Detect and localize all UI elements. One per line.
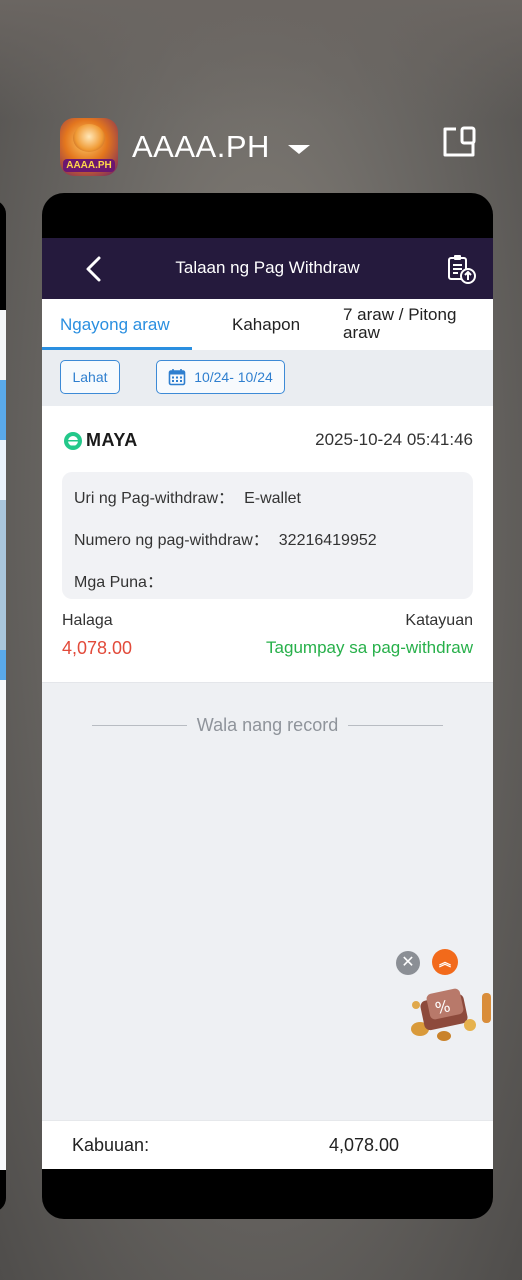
maya-icon: [64, 431, 82, 450]
withdraw-number-row: Numero ng pag-withdraw： 32216419952: [74, 526, 377, 550]
chevron-down-icon[interactable]: [287, 144, 310, 154]
no-more-records-text: Wala nang record: [196, 715, 339, 735]
maya-logo: MAYA: [64, 430, 138, 451]
record-datetime: 2025-10-24 05:41:46: [315, 430, 473, 449]
withdraw-type-label: Uri ng Pag-withdraw：: [74, 490, 235, 507]
withdraw-record-card[interactable]: MAYA 2025-10-24 05:41:46 Uri ng Pag-with…: [42, 406, 493, 683]
amount-value: 4,078.00: [62, 638, 133, 658]
record-details: Uri ng Pag-withdraw： E-wallet Numero ng p…: [62, 472, 473, 599]
filter-all-label: Lahat: [72, 369, 108, 385]
amount-label: Halaga: [62, 612, 113, 629]
document-upload-icon[interactable]: [445, 253, 477, 285]
total-label: Kabuuan:: [72, 1135, 150, 1155]
withdraw-number-label: Numero ng pag-withdraw：: [74, 532, 269, 549]
app-name: AAAA.PH: [132, 129, 270, 164]
date-range-button[interactable]: 10/24- 10/24: [156, 360, 285, 394]
status-value: Tagumpay sa pag-withdraw: [266, 638, 473, 657]
withdraw-type-row: Uri ng Pag-withdraw： E-wallet: [74, 484, 301, 508]
date-tabs: Ngayong araw Kahapon 7 araw / Pitong ara…: [42, 299, 493, 350]
split-screen-icon[interactable]: [442, 126, 476, 158]
withdraw-history-screen: Talaan ng Pag Withdraw Ngayong araw Kaha…: [42, 238, 493, 1169]
date-range-label: 10/24- 10/24: [194, 369, 273, 385]
divider: [348, 725, 444, 726]
withdraw-number-value: 32216419952: [278, 532, 377, 549]
close-icon[interactable]: ✕: [396, 951, 420, 975]
app-icon-label: AAAA.PH: [63, 159, 115, 172]
previous-app-card[interactable]: [0, 200, 6, 1212]
page-title: Talaan ng Pag Withdraw: [175, 258, 360, 277]
top-bar: Talaan ng Pag Withdraw: [42, 238, 493, 299]
no-more-records: Wala nang record: [92, 715, 444, 736]
divider: [92, 725, 187, 726]
double-chevron-up-icon[interactable]: ︽: [432, 949, 458, 975]
tab-yesterday[interactable]: Kahapon: [232, 316, 300, 334]
app-icon[interactable]: AAAA.PH: [60, 118, 118, 176]
app-preview-card[interactable]: Talaan ng Pag Withdraw Ngayong araw Kaha…: [42, 193, 493, 1219]
promo-gift-icon[interactable]: %: [408, 979, 493, 1043]
total-value: 4,078.00: [329, 1135, 400, 1155]
filter-bar: Lahat 10/24- 10/24: [42, 350, 493, 406]
remarks-label: Mga Puna：: [74, 574, 163, 591]
tab-seven-days[interactable]: 7 araw / Pitong araw: [343, 306, 483, 342]
calendar-icon: [168, 369, 186, 386]
recents-backdrop: [0, 0, 522, 120]
withdraw-type-value: E-wallet: [244, 490, 301, 507]
filter-all-button[interactable]: Lahat: [60, 360, 120, 394]
app-header[interactable]: AAAA.PH AAAA.PH: [60, 118, 480, 176]
tab-today[interactable]: Ngayong araw: [60, 316, 170, 334]
remarks-row: Mga Puna：: [74, 568, 173, 592]
status-label: Katayuan: [405, 612, 473, 629]
total-footer: Kabuuan: 4,078.00: [42, 1120, 493, 1169]
method-name: MAYA: [86, 430, 138, 450]
